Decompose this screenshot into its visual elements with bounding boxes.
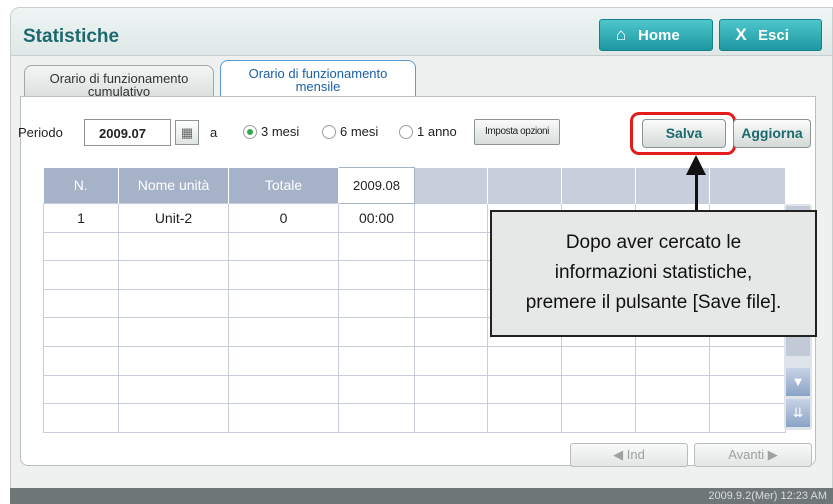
col-header-number: N.: [43, 167, 119, 204]
radio-3-months[interactable]: 3 mesi: [243, 124, 299, 139]
home-button[interactable]: ⌂ Home: [599, 19, 713, 51]
table-row: [43, 345, 786, 376]
col-header-total: Totale: [228, 167, 339, 204]
cell-unit-name: Unit-2: [118, 203, 229, 233]
period-date-field[interactable]: 2009.07: [84, 119, 171, 146]
radio-6-label: 6 mesi: [340, 124, 379, 139]
col-header-empty: [561, 167, 636, 204]
tab-monthly-line2: mensile: [295, 79, 341, 94]
calendar-icon[interactable]: ▦: [175, 120, 199, 145]
radio-3-label: 3 mesi: [261, 124, 300, 139]
radio-1-label: 1 anno: [417, 124, 457, 139]
scroll-down-icon[interactable]: ▼: [786, 368, 810, 396]
cell-month: 00:00: [338, 203, 415, 233]
tab-monthly[interactable]: Orario di funzionamento mensile: [220, 60, 416, 96]
instruction-callout: Dopo aver cercato le informazioni statis…: [490, 210, 817, 337]
status-bar: 2009.9.2(Mer) 12:23 AM: [10, 488, 833, 504]
save-button[interactable]: Salva: [642, 119, 726, 148]
set-options-button[interactable]: Imposta opzioni: [474, 119, 560, 145]
callout-arrow-line: [695, 172, 698, 212]
table-row: [43, 403, 786, 433]
status-datetime: 2009.9.2(Mer) 12:23 AM: [708, 490, 827, 502]
callout-line-3: premere il pulsante [Save file].: [525, 292, 782, 313]
radio-selected-icon: [243, 124, 257, 139]
radio-6-months[interactable]: 6 mesi: [322, 124, 378, 139]
cell-empty: [414, 203, 488, 233]
col-header-empty: [487, 167, 562, 204]
to-label: a: [210, 125, 218, 140]
home-label: Home: [638, 26, 680, 44]
radio-1-year[interactable]: 1 anno: [399, 124, 457, 139]
exit-label: Esci: [758, 26, 789, 44]
title-bar: Statistiche ⌂ Home X Esci: [11, 8, 832, 56]
col-header-unit-name: Nome unità: [118, 167, 229, 204]
next-page-button[interactable]: Avanti ▶: [694, 443, 812, 467]
callout-line-1: Dopo aver cercato le: [565, 232, 742, 253]
page-title: Statistiche: [23, 26, 120, 47]
refresh-button[interactable]: Aggiorna: [733, 119, 811, 148]
period-label: Periodo: [18, 125, 63, 140]
scroll-bottom-icon[interactable]: ⇊: [786, 399, 810, 427]
cell-number: 1: [43, 203, 119, 233]
cell-total: 0: [228, 203, 339, 233]
radio-unselected-icon: [399, 124, 413, 139]
prev-page-button[interactable]: ◀ Ind: [570, 443, 688, 467]
col-header-empty: [709, 167, 786, 204]
radio-unselected-icon: [322, 124, 336, 139]
tab-cumulative[interactable]: Orario di funzionamento cumulativo: [24, 65, 214, 98]
home-icon: ⌂: [615, 25, 627, 44]
col-header-empty: [414, 167, 488, 204]
callout-line-2: informazioni statistiche,: [554, 262, 753, 283]
table-header-row: N. Nome unità Totale 2009.08: [43, 167, 786, 204]
close-icon: X: [735, 25, 747, 44]
exit-button[interactable]: X Esci: [719, 19, 822, 51]
col-header-month: 2009.08: [338, 167, 415, 204]
table-row: [43, 374, 786, 405]
